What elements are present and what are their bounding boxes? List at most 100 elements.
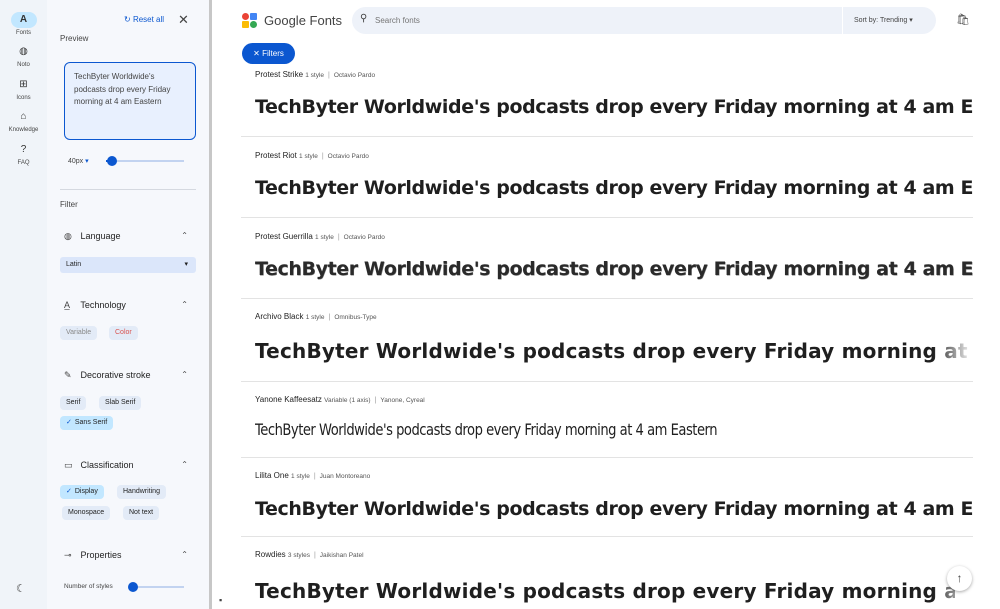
chip-slab-serif[interactable]: Slab Serif xyxy=(99,396,142,410)
reset-all-label: Reset all xyxy=(132,15,165,24)
brush-icon: ✎ xyxy=(64,370,72,380)
chevron-up-icon: ⌃ xyxy=(181,300,188,309)
font-size-slider-track[interactable] xyxy=(106,160,184,162)
font-meta: Archivo Black 1 style | Omnibus-Type xyxy=(255,312,377,321)
preview-textarea[interactable]: TechByter Worldwide's podcasts drop ever… xyxy=(64,62,196,140)
chevron-down-icon: ▾ xyxy=(85,158,89,165)
font-styles: 1 style xyxy=(315,234,334,241)
chip-not-text[interactable]: Not text xyxy=(123,506,160,520)
rail-item-knowledge[interactable]: ⌂ Knowledge xyxy=(0,109,47,133)
google-fonts-logo[interactable] xyxy=(242,13,260,29)
fonts-icon: A xyxy=(10,12,37,28)
technology-group-header[interactable]: A̲ Technology ⌃ xyxy=(64,300,192,310)
rail-item-fonts[interactable]: A Fonts xyxy=(0,12,47,36)
close-icon: ✕ xyxy=(253,49,263,58)
font-size-slider-handle[interactable] xyxy=(107,156,117,166)
font-card[interactable]: Lilita One 1 style | Juan Montoreano TechB… xyxy=(241,458,973,537)
chevron-up-icon: ⌃ xyxy=(181,550,188,559)
font-name: Protest Strike xyxy=(255,70,304,79)
chip-color[interactable]: Color xyxy=(109,326,138,340)
decorative-stroke-group-header[interactable]: ✎ Decorative stroke ⌃ xyxy=(64,370,192,381)
font-sample: TechByter Worldwide's podcasts drop ever… xyxy=(255,339,973,363)
help-icon: ? xyxy=(20,144,27,155)
chip-label: Sans Serif xyxy=(74,419,108,426)
number-of-styles-label: Number of styles xyxy=(64,583,113,590)
font-card[interactable]: Yanone Kaffeesatz Variable (1 axis) | Yano… xyxy=(241,382,973,458)
font-sample: TechByter Worldwide's podcasts drop ever… xyxy=(255,498,973,520)
panel-divider[interactable] xyxy=(209,0,212,609)
font-name: Lilita One xyxy=(255,471,289,480)
font-meta: Lilita One 1 style | Juan Montoreano xyxy=(255,471,371,480)
decorative-stroke-title: Decorative stroke xyxy=(80,370,151,380)
styles-slider-handle[interactable] xyxy=(128,582,138,592)
font-styles: 1 style xyxy=(305,314,325,321)
reset-all-button[interactable]: ↻ Reset all xyxy=(124,15,164,24)
rail-item-faq[interactable]: ? FAQ xyxy=(0,142,47,166)
font-sample: TechByter Worldwide's podcasts drop ever… xyxy=(255,177,973,199)
rail-item-noto[interactable]: ◍ Noto xyxy=(0,44,47,68)
language-group-header[interactable]: ◍ Language ⌃ xyxy=(64,231,192,242)
rail-label: FAQ xyxy=(17,160,30,166)
shopping-bag-icon[interactable]: 🛍 xyxy=(956,13,970,26)
chevron-up-icon: ⌃ xyxy=(181,231,188,240)
font-sample: TechByter Worldwide's podcasts drop ever… xyxy=(255,258,973,280)
chip-handwriting[interactable]: Handwriting xyxy=(117,485,166,499)
search-input[interactable] xyxy=(375,13,775,27)
search-bar[interactable]: ⚲ xyxy=(352,7,842,34)
font-meta: Protest Riot 1 style | Octavio Pardo xyxy=(255,151,369,160)
globe-icon: ◍ xyxy=(64,231,72,241)
font-name: Rowdies xyxy=(255,550,286,559)
classification-group-header[interactable]: ▭ Classification ⌃ xyxy=(64,460,192,471)
close-icon[interactable]: ✕ xyxy=(178,12,189,28)
rail-item-icons[interactable]: ⊞ Icons xyxy=(0,77,47,101)
font-styles: Variable (1 axis) xyxy=(324,397,371,404)
divider xyxy=(60,189,196,190)
chip-label: Display xyxy=(74,488,98,495)
font-size-select[interactable]: 40px ▾ xyxy=(68,157,89,165)
language-select[interactable]: Latin ▾ xyxy=(60,257,196,273)
font-name: Protest Guerrilla xyxy=(255,232,313,241)
sort-label: Sort by: Trending xyxy=(854,17,908,24)
font-designer: Octavio Pardo xyxy=(343,234,385,241)
sort-select[interactable]: Sort by: Trending ▾ xyxy=(843,7,936,34)
rail-label: Noto xyxy=(17,62,30,68)
font-sample: TechByter Worldwide's podcasts drop ever… xyxy=(255,96,973,118)
rail-label: Fonts xyxy=(15,30,31,36)
font-styles: 3 styles xyxy=(287,552,310,559)
properties-group-header[interactable]: ⊸ Properties ⌃ xyxy=(64,550,192,561)
font-card[interactable]: Protest Guerrilla 1 style | Octavio Pardo … xyxy=(241,218,973,299)
folder-icon: ▭ xyxy=(64,460,73,470)
chip-serif[interactable]: Serif xyxy=(60,396,87,410)
chip-variable[interactable]: Variable xyxy=(60,326,98,340)
feedback-icon[interactable]: ▪ xyxy=(219,595,222,605)
check-icon: ✓ xyxy=(66,419,72,426)
font-designer: Juan Montoreano xyxy=(319,473,371,480)
refresh-icon: ↻ xyxy=(124,15,133,24)
globe-icon: ◍ xyxy=(19,46,28,57)
technology-title: Technology xyxy=(80,300,126,310)
font-styles: 1 style xyxy=(291,473,310,480)
chevron-up-icon: ⌃ xyxy=(181,460,188,469)
chip-sans-serif[interactable]: ✓ Sans Serif xyxy=(60,416,114,430)
font-card[interactable]: Archivo Black 1 style | Omnibus-Type TechB… xyxy=(241,299,973,382)
properties-icon: ⊸ xyxy=(64,550,72,560)
chip-display[interactable]: ✓ Display xyxy=(60,485,104,499)
font-designer: Octavio Pardo xyxy=(327,153,369,160)
fade-overlay xyxy=(933,337,973,367)
dark-mode-icon[interactable]: ☾ xyxy=(16,582,26,595)
font-designer: Jaikishan Patel xyxy=(319,552,364,559)
logo-text[interactable]: Google Fonts xyxy=(264,13,342,28)
font-meta: Protest Guerrilla 1 style | Octavio Pardo xyxy=(255,232,385,241)
font-card[interactable]: Protest Strike 1 style | Octavio Pardo Tec… xyxy=(241,66,973,137)
font-designer: Octavio Pardo xyxy=(333,72,376,79)
font-card[interactable]: Protest Riot 1 style | Octavio Pardo TechB… xyxy=(241,137,973,218)
font-designer: Yanone, Cyreal xyxy=(380,397,425,404)
chip-monospace[interactable]: Monospace xyxy=(62,506,111,520)
font-card[interactable]: Rowdies 3 styles | Jaikishan Patel TechByt… xyxy=(241,537,973,609)
scroll-to-top-button[interactable]: ↑ xyxy=(947,566,972,591)
search-icon: ⚲ xyxy=(360,13,368,24)
filters-button[interactable]: ✕ Filters xyxy=(242,43,295,64)
language-selected-value: Latin xyxy=(66,261,82,268)
preview-title: Preview xyxy=(60,34,89,43)
styles-slider-track[interactable] xyxy=(130,586,184,588)
